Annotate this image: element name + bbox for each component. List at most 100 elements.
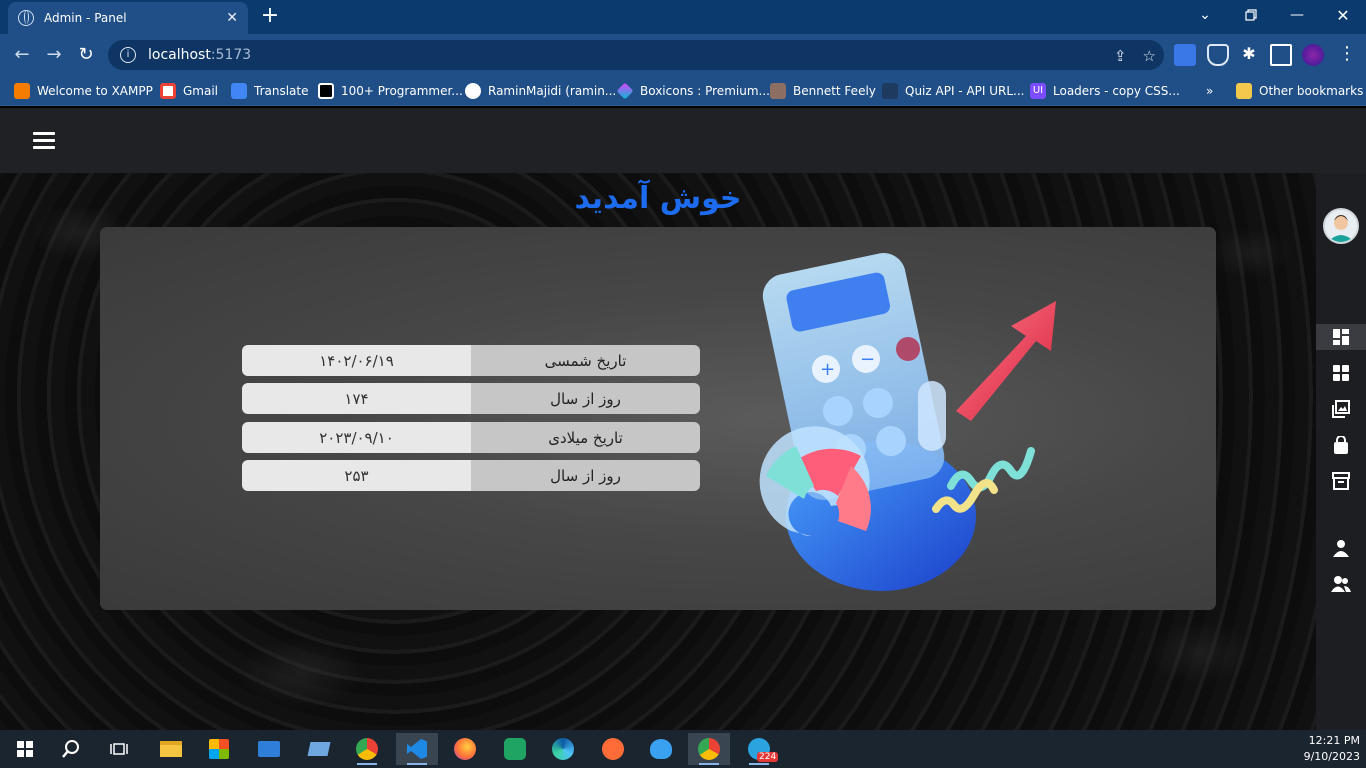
users-icon	[1331, 576, 1351, 592]
url-host: localhost	[148, 47, 211, 63]
user-icon	[1333, 540, 1349, 557]
browser-tab[interactable]: Admin - Panel ✕	[8, 2, 248, 34]
bookmark-quiz-api[interactable]: Quiz API - API URL...	[882, 82, 1025, 100]
top-navbar	[0, 108, 1366, 173]
start-button[interactable]	[4, 733, 46, 765]
gmail-icon	[160, 83, 176, 99]
programmer-icon	[318, 83, 334, 99]
site-info-icon[interactable]: i	[120, 47, 136, 63]
firefox-app[interactable]	[444, 733, 486, 765]
tab-title: Admin - Panel	[44, 11, 127, 25]
hamburger-menu-icon[interactable]	[33, 132, 55, 150]
db-app[interactable]	[640, 733, 682, 765]
date-row-gregorian: ۲۰۲۳/۰۹/۱۰ تاریخ میلادی	[242, 422, 700, 453]
chrome-icon	[698, 738, 720, 760]
sidebar-item-dashboard[interactable]	[1316, 324, 1366, 350]
sidebar-item-gallery[interactable]	[1316, 396, 1366, 422]
search-button[interactable]	[50, 733, 92, 765]
postman-app[interactable]	[592, 733, 634, 765]
browser-tab-strip: Admin - Panel ✕ + ⌄ — ✕	[0, 0, 1366, 34]
svg-text:−: −	[860, 349, 875, 370]
edge-app[interactable]	[542, 733, 584, 765]
url-field[interactable]: i localhost:5173 ⇪ ☆	[108, 40, 1164, 70]
bookmark-boxicons[interactable]: Boxicons : Premium...	[616, 82, 770, 100]
archive-icon	[1332, 472, 1350, 490]
chrome-profile-app[interactable]	[688, 733, 730, 765]
side-panel-icon[interactable]	[1270, 44, 1292, 66]
reload-button[interactable]: ↻	[72, 42, 100, 68]
vscode-icon	[407, 739, 427, 759]
share-icon[interactable]: ⇪	[1114, 47, 1127, 65]
postman-icon	[602, 738, 624, 760]
clock-time: 12:21 PM	[1308, 734, 1360, 747]
date-info-panel: ۱۴۰۲/۰۶/۱۹ تاریخ شمسی ۱۷۴ روز از سال ۲۰۲…	[100, 227, 1216, 610]
bookmark-loaders[interactable]: UI Loaders - copy CSS...	[1030, 82, 1180, 100]
sidebar-item-user[interactable]	[1316, 535, 1366, 561]
edge-icon	[552, 738, 574, 760]
elephant-icon	[650, 739, 672, 759]
extensions-icon[interactable]: ✱	[1238, 44, 1260, 66]
telegram-app[interactable]: 224	[738, 733, 780, 765]
sidebar-item-grid[interactable]	[1316, 360, 1366, 386]
date-row-value: ۱۷۴	[242, 383, 471, 414]
bookmark-programmer[interactable]: 100+ Programmer...	[318, 82, 463, 100]
new-tab-button[interactable]: +	[258, 4, 282, 28]
close-window-button[interactable]: ✕	[1320, 0, 1366, 30]
date-row-shamsi-day: ۱۷۴ روز از سال	[242, 383, 700, 414]
bookmark-gmail[interactable]: Gmail	[160, 82, 218, 100]
xampp-icon	[14, 83, 30, 99]
folder-icon	[1236, 83, 1252, 99]
laptop-icon	[307, 742, 331, 756]
admin-panel-app: خوش آمدید ۱۴۰۲/۰۶/۱۹ تاریخ شمسی ۱۷۴ روز …	[0, 108, 1366, 730]
system-clock[interactable]: 12:21 PM 9/10/2023	[1304, 733, 1360, 765]
other-bookmarks[interactable]: Other bookmarks	[1236, 82, 1363, 100]
right-sidebar	[1316, 173, 1366, 730]
restore-button[interactable]	[1228, 0, 1274, 30]
back-button[interactable]: ←	[8, 42, 36, 68]
bookmark-bennett[interactable]: Bennett Feely	[770, 82, 876, 100]
bookmarks-bar: Welcome to XAMPP Gmail Translate 100+ Pr…	[0, 76, 1366, 106]
store-app[interactable]	[198, 733, 240, 765]
chrome-app[interactable]	[346, 733, 388, 765]
forward-button[interactable]: →	[40, 42, 68, 68]
translate-extension-icon[interactable]	[1174, 44, 1196, 66]
profile-avatar[interactable]	[1302, 44, 1324, 66]
calculator-chart-illustration: + −	[759, 253, 1056, 591]
sidebar-item-users[interactable]	[1316, 571, 1366, 597]
date-row-value: ۲۰۲۳/۰۹/۱۰	[242, 422, 471, 453]
bennett-icon	[770, 83, 786, 99]
menu-icon[interactable]: ⋮	[1336, 44, 1358, 66]
sidebar-item-archive[interactable]	[1316, 468, 1366, 494]
bag-icon	[1334, 436, 1348, 454]
date-row-label: تاریخ شمسی	[471, 345, 700, 376]
terminal-app[interactable]	[494, 733, 536, 765]
svg-text:+: +	[820, 359, 835, 380]
more-bookmarks-button[interactable]: »	[1206, 82, 1213, 100]
date-row-shamsi: ۱۴۰۲/۰۶/۱۹ تاریخ شمسی	[242, 345, 700, 376]
bookmark-github[interactable]: RaminMajidi (ramin...	[465, 82, 616, 100]
boxicons-icon	[616, 82, 634, 100]
shield-extension-icon[interactable]	[1207, 44, 1229, 66]
devices-app[interactable]	[298, 733, 340, 765]
vscode-app[interactable]	[396, 733, 438, 765]
minimize-button[interactable]: —	[1274, 0, 1320, 30]
user-avatar[interactable]	[1323, 208, 1359, 244]
task-view-button[interactable]	[98, 733, 140, 765]
url-port: :5173	[210, 47, 252, 63]
mail-app[interactable]	[248, 733, 290, 765]
globe-icon	[18, 10, 34, 26]
date-row-value: ۱۴۰۲/۰۶/۱۹	[242, 345, 471, 376]
windows-icon	[17, 741, 33, 757]
bookmark-translate[interactable]: Translate	[231, 82, 309, 100]
welcome-heading: خوش آمدید	[574, 181, 742, 216]
grid-icon	[1333, 365, 1349, 381]
search-icon	[62, 740, 79, 758]
tab-search-icon[interactable]: ⌄	[1182, 0, 1228, 30]
bookmark-star-icon[interactable]: ☆	[1143, 47, 1156, 65]
dashboard-icon	[1333, 329, 1349, 345]
sidebar-item-shop[interactable]	[1316, 432, 1366, 458]
close-tab-icon[interactable]: ✕	[226, 10, 238, 26]
date-row-value: ۲۵۳	[242, 460, 471, 491]
file-explorer-app[interactable]	[150, 733, 192, 765]
bookmark-xampp[interactable]: Welcome to XAMPP	[14, 82, 153, 100]
